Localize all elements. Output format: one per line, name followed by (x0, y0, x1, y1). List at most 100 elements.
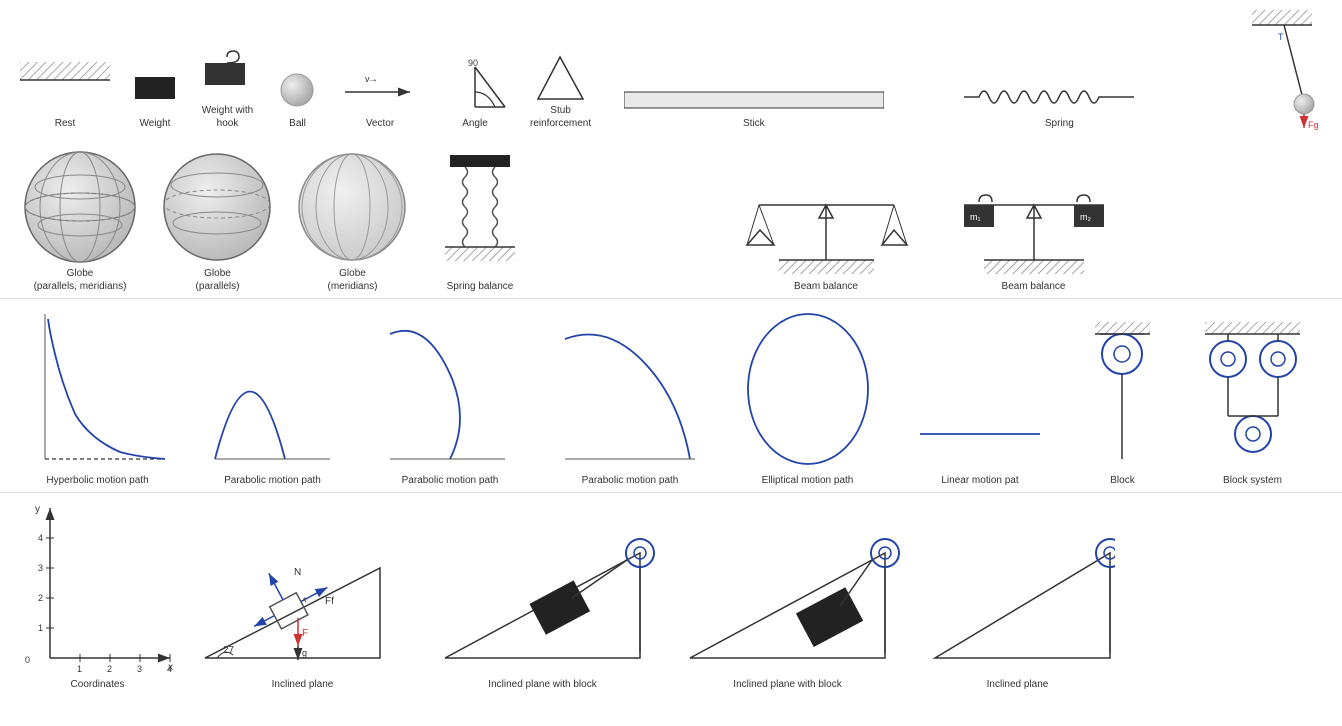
parabolic3-icon (550, 304, 710, 474)
inclined-block1-icon (430, 498, 655, 678)
beam-balance1-label: Beam balance (794, 280, 858, 293)
main-container: Rest Weight Weight withhook (0, 0, 1342, 696)
svg-text:90: 90 (468, 58, 478, 68)
symbol-stick: Stick (601, 82, 906, 130)
svg-text:Ff: Ff (325, 596, 334, 607)
symbol-parabolic1: Parabolic motion path (185, 304, 360, 487)
beam-balance2-icon: m₁ m₂ (934, 140, 1134, 280)
rest-label: Rest (55, 117, 76, 130)
parabolic2-label: Parabolic motion path (402, 474, 499, 487)
symbol-inclined-plane-forces: 27 N Ff r F (185, 498, 420, 691)
svg-text:3: 3 (137, 664, 142, 674)
globe-m-label: Globe(meridians) (327, 267, 377, 293)
stick-label: Stick (743, 117, 765, 130)
svg-text:N: N (294, 567, 301, 578)
inclined-plane-simple-icon (920, 498, 1115, 678)
svg-text:m₂: m₂ (1080, 212, 1091, 222)
symbol-vector: → v Vector (330, 62, 430, 130)
symbol-hyperbolic: Hyperbolic motion path (10, 304, 185, 487)
inclined-block1-label: Inclined plane with block (488, 678, 596, 691)
linear-icon (905, 304, 1055, 474)
symbol-globe-p: Globe(parallels) (150, 147, 285, 293)
symbol-parabolic2: Parabolic motion path (360, 304, 540, 487)
weight-icon (130, 62, 180, 117)
svg-text:3: 3 (38, 563, 43, 573)
spring-balance-icon (430, 150, 530, 280)
globe-m-icon (295, 147, 410, 267)
hyperbolic-icon (20, 304, 175, 474)
symbol-block: Block (1065, 304, 1180, 487)
inclined-plane-simple-label: Inclined plane (987, 678, 1049, 691)
pendulum-top-icon: T Fg (1222, 10, 1322, 130)
symbol-elliptical: Elliptical motion path (720, 304, 895, 487)
svg-text:1: 1 (38, 623, 43, 633)
elliptical-icon (730, 304, 885, 474)
stub-label: Stubreinforcement (530, 104, 591, 130)
svg-text:T: T (1278, 32, 1284, 42)
svg-text:m₁: m₁ (970, 212, 981, 222)
stub-icon (533, 49, 588, 104)
symbol-coordinates: y x 0 1 2 3 4 1 2 3 4 (10, 498, 185, 691)
symbol-ball: Ball (265, 62, 330, 130)
spring-balance-label: Spring balance (447, 280, 514, 293)
symbol-linear: Linear motion pat (895, 304, 1065, 487)
symbol-weight-hook: Weight withhook (190, 49, 265, 130)
spring-icon (959, 77, 1159, 117)
symbol-rest: Rest (10, 62, 120, 130)
elliptical-label: Elliptical motion path (762, 474, 854, 487)
inclined-block2-label: Inclined plane with block (733, 678, 841, 691)
inclined-plane-forces-label: Inclined plane (272, 678, 334, 691)
beam-balance2-label: Beam balance (1002, 280, 1066, 293)
symbol-inclined-plane-simple: Inclined plane (910, 498, 1125, 691)
block-icon (1075, 304, 1170, 474)
svg-text:v: v (365, 74, 370, 84)
weight-label: Weight (140, 117, 171, 130)
symbol-stub: Stubreinforcement (520, 49, 601, 130)
angle-icon: 90 (440, 52, 510, 117)
parabolic1-label: Parabolic motion path (224, 474, 321, 487)
block-system-label: Block system (1223, 474, 1282, 487)
svg-text:y: y (35, 504, 40, 515)
parabolic2-icon (370, 304, 530, 474)
parabolic3-label: Parabolic motion path (582, 474, 679, 487)
symbol-beam-balance1: Beam balance (729, 140, 924, 293)
symbol-weight: Weight (120, 62, 190, 130)
svg-text:2: 2 (107, 664, 112, 674)
vector-icon: → v (340, 62, 420, 117)
ball-label: Ball (289, 117, 306, 130)
symbol-spring: Spring (907, 77, 1212, 130)
symbol-block-system: Block system (1180, 304, 1325, 487)
angle-label: Angle (462, 117, 488, 130)
rest-icon (20, 62, 110, 117)
svg-text:g: g (302, 648, 307, 658)
symbol-spring-balance: Spring balance (420, 150, 540, 293)
symbol-inclined-block1: Inclined plane with block (420, 498, 665, 691)
symbol-globe-pm: Globe(parallels, meridians) (10, 147, 150, 293)
hyperbolic-label: Hyperbolic motion path (46, 474, 148, 487)
symbol-pendulum-top: T Fg (1212, 10, 1332, 130)
svg-text:4: 4 (167, 664, 172, 674)
coordinates-icon: y x 0 1 2 3 4 1 2 3 4 (20, 498, 175, 678)
beam-balance1-icon (739, 140, 914, 280)
symbol-parabolic3: Parabolic motion path (540, 304, 720, 487)
symbol-beam-balance2: m₁ m₂ Beam balance (924, 140, 1144, 293)
svg-text:F: F (302, 628, 308, 639)
linear-label: Linear motion pat (941, 474, 1018, 487)
inclined-plane-forces-icon: 27 N Ff r F (195, 498, 410, 678)
svg-text:2: 2 (38, 593, 43, 603)
svg-text:0: 0 (25, 655, 30, 665)
symbol-angle: 90 Angle (430, 52, 520, 130)
weight-hook-label: Weight withhook (202, 104, 254, 130)
globe-pm-label: Globe(parallels, meridians) (34, 267, 127, 293)
stick-icon (624, 82, 884, 117)
weight-hook-icon (200, 49, 255, 104)
symbol-globe-m: Globe(meridians) (285, 147, 420, 293)
coordinates-label: Coordinates (71, 678, 125, 691)
spring-label: Spring (1045, 117, 1074, 130)
svg-text:4: 4 (38, 533, 43, 543)
vector-label: Vector (366, 117, 394, 130)
block-system-icon (1190, 304, 1315, 474)
svg-text:1: 1 (77, 664, 82, 674)
parabolic1-icon (195, 304, 350, 474)
globe-p-icon (160, 147, 275, 267)
